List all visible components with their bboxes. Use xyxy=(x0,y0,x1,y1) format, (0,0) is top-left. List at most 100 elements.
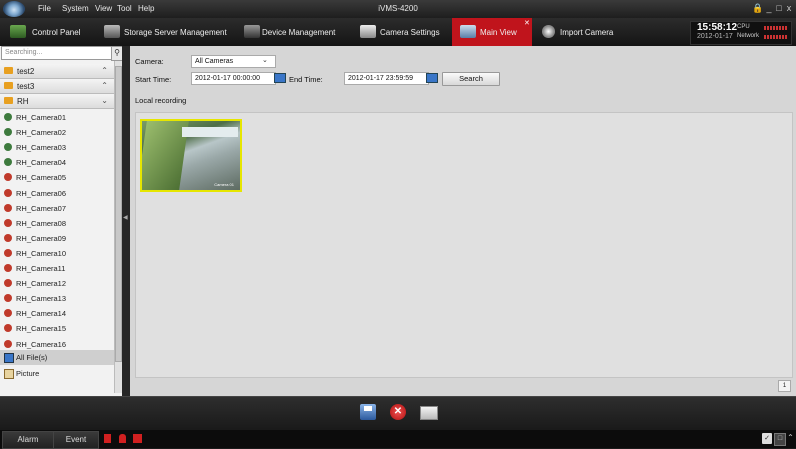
tab-label: Storage Server Management xyxy=(124,28,227,37)
camera-offline-icon xyxy=(4,279,12,288)
email-icon[interactable] xyxy=(420,406,438,420)
tab-import-camera[interactable]: Import Camera xyxy=(538,18,628,46)
camera-offline-icon xyxy=(4,324,12,333)
import-camera-icon xyxy=(542,25,555,38)
camera-label: RH_Camera05 xyxy=(16,173,67,183)
camera-item[interactable]: RH_Camera10 xyxy=(0,246,114,261)
search-button[interactable]: Search xyxy=(442,72,500,86)
camera-item[interactable]: RH_Camera14 xyxy=(0,306,114,321)
camera-label: RH_Camera14 xyxy=(16,309,67,319)
tab-storage-server[interactable]: Storage Server Management xyxy=(100,18,228,46)
camera-label: RH_Camera07 xyxy=(16,203,67,213)
tab-camera-settings[interactable]: Camera Settings xyxy=(356,18,446,46)
group-rh[interactable]: RH ⌄ xyxy=(0,94,114,109)
alarm-camera-icon[interactable] xyxy=(133,434,142,443)
camera-offline-icon xyxy=(4,218,12,227)
tab-main-view[interactable]: Main View xyxy=(452,18,532,46)
camera-label: RH_Camera08 xyxy=(16,218,67,228)
tab-label: Control Panel xyxy=(32,28,81,37)
save-icon[interactable] xyxy=(360,404,376,420)
folder-icon xyxy=(4,82,13,89)
end-time-label: End Time: xyxy=(289,75,323,84)
camera-item[interactable]: RH_Camera06 xyxy=(0,186,114,201)
cpu-meter xyxy=(764,26,788,30)
control-panel-icon xyxy=(10,25,26,38)
lock-icon[interactable]: 🔒 xyxy=(752,3,763,14)
camera-label: Camera: xyxy=(135,57,164,66)
camera-item[interactable]: RH_Camera07 xyxy=(0,201,114,216)
calendar-icon[interactable] xyxy=(274,73,286,83)
tab-label: Camera Settings xyxy=(380,28,440,37)
camera-online-icon xyxy=(4,158,12,167)
camera-item[interactable]: RH_Camera09 xyxy=(0,231,114,246)
camera-item[interactable]: RH_Camera02 xyxy=(0,125,114,140)
close-button[interactable]: x xyxy=(784,3,794,14)
pin-icon[interactable]: ✓ xyxy=(762,433,772,444)
camera-item[interactable]: RH_Camera11 xyxy=(0,261,114,276)
tab-label: Device Management xyxy=(262,28,336,37)
cpu-label: CPU xyxy=(737,24,750,30)
file-type-picture[interactable]: Picture xyxy=(0,366,114,381)
camera-item[interactable]: RH_Camera04 xyxy=(0,155,114,170)
tab-label: Main View xyxy=(480,28,517,37)
recording-thumbnail[interactable]: Camera 01 xyxy=(140,119,242,192)
camera-label: RH_Camera06 xyxy=(16,188,67,198)
group-test3[interactable]: test3 ⌃ xyxy=(0,79,114,94)
camera-label: RH_Camera10 xyxy=(16,248,67,258)
camera-label: RH_Camera11 xyxy=(16,264,66,273)
maximize-button[interactable]: □ xyxy=(774,3,784,14)
delete-icon[interactable]: ✕ xyxy=(390,404,406,420)
camera-label: RH_Camera02 xyxy=(16,128,67,138)
thumbnail-caption: Camera 01 xyxy=(214,182,234,187)
calendar-icon[interactable] xyxy=(426,73,438,83)
camera-offline-icon xyxy=(4,309,12,318)
camera-item[interactable]: RH_Camera05 xyxy=(0,170,114,185)
tab-alarm[interactable]: Alarm xyxy=(2,431,54,449)
monitor-icon xyxy=(460,25,476,38)
camera-item[interactable]: RH_Camera08 xyxy=(0,216,114,231)
page-number[interactable]: 1 xyxy=(778,380,791,392)
folder-icon xyxy=(4,67,13,74)
folder-icon xyxy=(4,97,13,104)
camera-item[interactable]: RH_Camera12 xyxy=(0,276,114,291)
file-type-all-files[interactable]: All File(s) xyxy=(0,350,114,365)
alarm-sound-icon[interactable] xyxy=(119,434,126,443)
camera-item[interactable]: RH_Camera03 xyxy=(0,140,114,155)
start-time-input[interactable]: 2012-01-17 00:00:00 xyxy=(191,72,276,85)
storage-server-icon xyxy=(104,25,120,38)
camera-label: RH_Camera13 xyxy=(16,294,67,304)
chevron-up-icon[interactable]: ⌃ xyxy=(101,81,108,90)
device-management-icon xyxy=(244,25,260,38)
chevron-up-icon[interactable]: ⌃ xyxy=(101,66,108,75)
camera-label: RH_Camera16 xyxy=(16,339,67,349)
chevron-down-icon[interactable]: ⌄ xyxy=(101,96,108,105)
tab-event[interactable]: Event xyxy=(53,431,99,449)
collapse-sidebar-handle[interactable]: ◀ xyxy=(122,46,130,396)
save-icon-label xyxy=(364,406,372,411)
camera-offline-icon xyxy=(4,294,12,303)
collapse-icon[interactable]: ⌃ xyxy=(786,433,795,444)
camera-offline-icon xyxy=(4,248,12,257)
camera-item[interactable]: RH_Camera13 xyxy=(0,291,114,306)
camera-online-icon xyxy=(4,128,12,137)
tab-device-management[interactable]: Device Management xyxy=(240,18,340,46)
camera-online-icon xyxy=(4,143,12,152)
camera-item[interactable]: RH_Camera01 xyxy=(0,110,114,125)
camera-label: RH_Camera03 xyxy=(16,143,67,153)
group-test2[interactable]: test2 ⌃ xyxy=(0,64,114,79)
group-label: test3 xyxy=(17,82,35,91)
search-input[interactable]: Searching... xyxy=(1,46,114,60)
chevron-down-icon: ⌄ xyxy=(262,57,268,64)
alarm-output-icon[interactable] xyxy=(104,434,111,443)
end-time-input[interactable]: 2012-01-17 23:59:59 xyxy=(344,72,429,85)
camera-label: RH_Camera01 xyxy=(16,113,67,122)
camera-offline-icon xyxy=(4,173,12,182)
all-files-icon xyxy=(4,353,14,363)
restore-icon[interactable]: □ xyxy=(774,433,786,446)
window-title: iVMS-4200 xyxy=(378,4,418,13)
close-tab-icon[interactable]: ✕ xyxy=(524,19,530,27)
scrollbar-thumb[interactable] xyxy=(115,66,122,362)
minimize-button[interactable]: _ xyxy=(764,3,774,14)
camera-item[interactable]: RH_Camera15 xyxy=(0,321,114,336)
tab-control-panel[interactable]: Control Panel xyxy=(0,18,98,46)
